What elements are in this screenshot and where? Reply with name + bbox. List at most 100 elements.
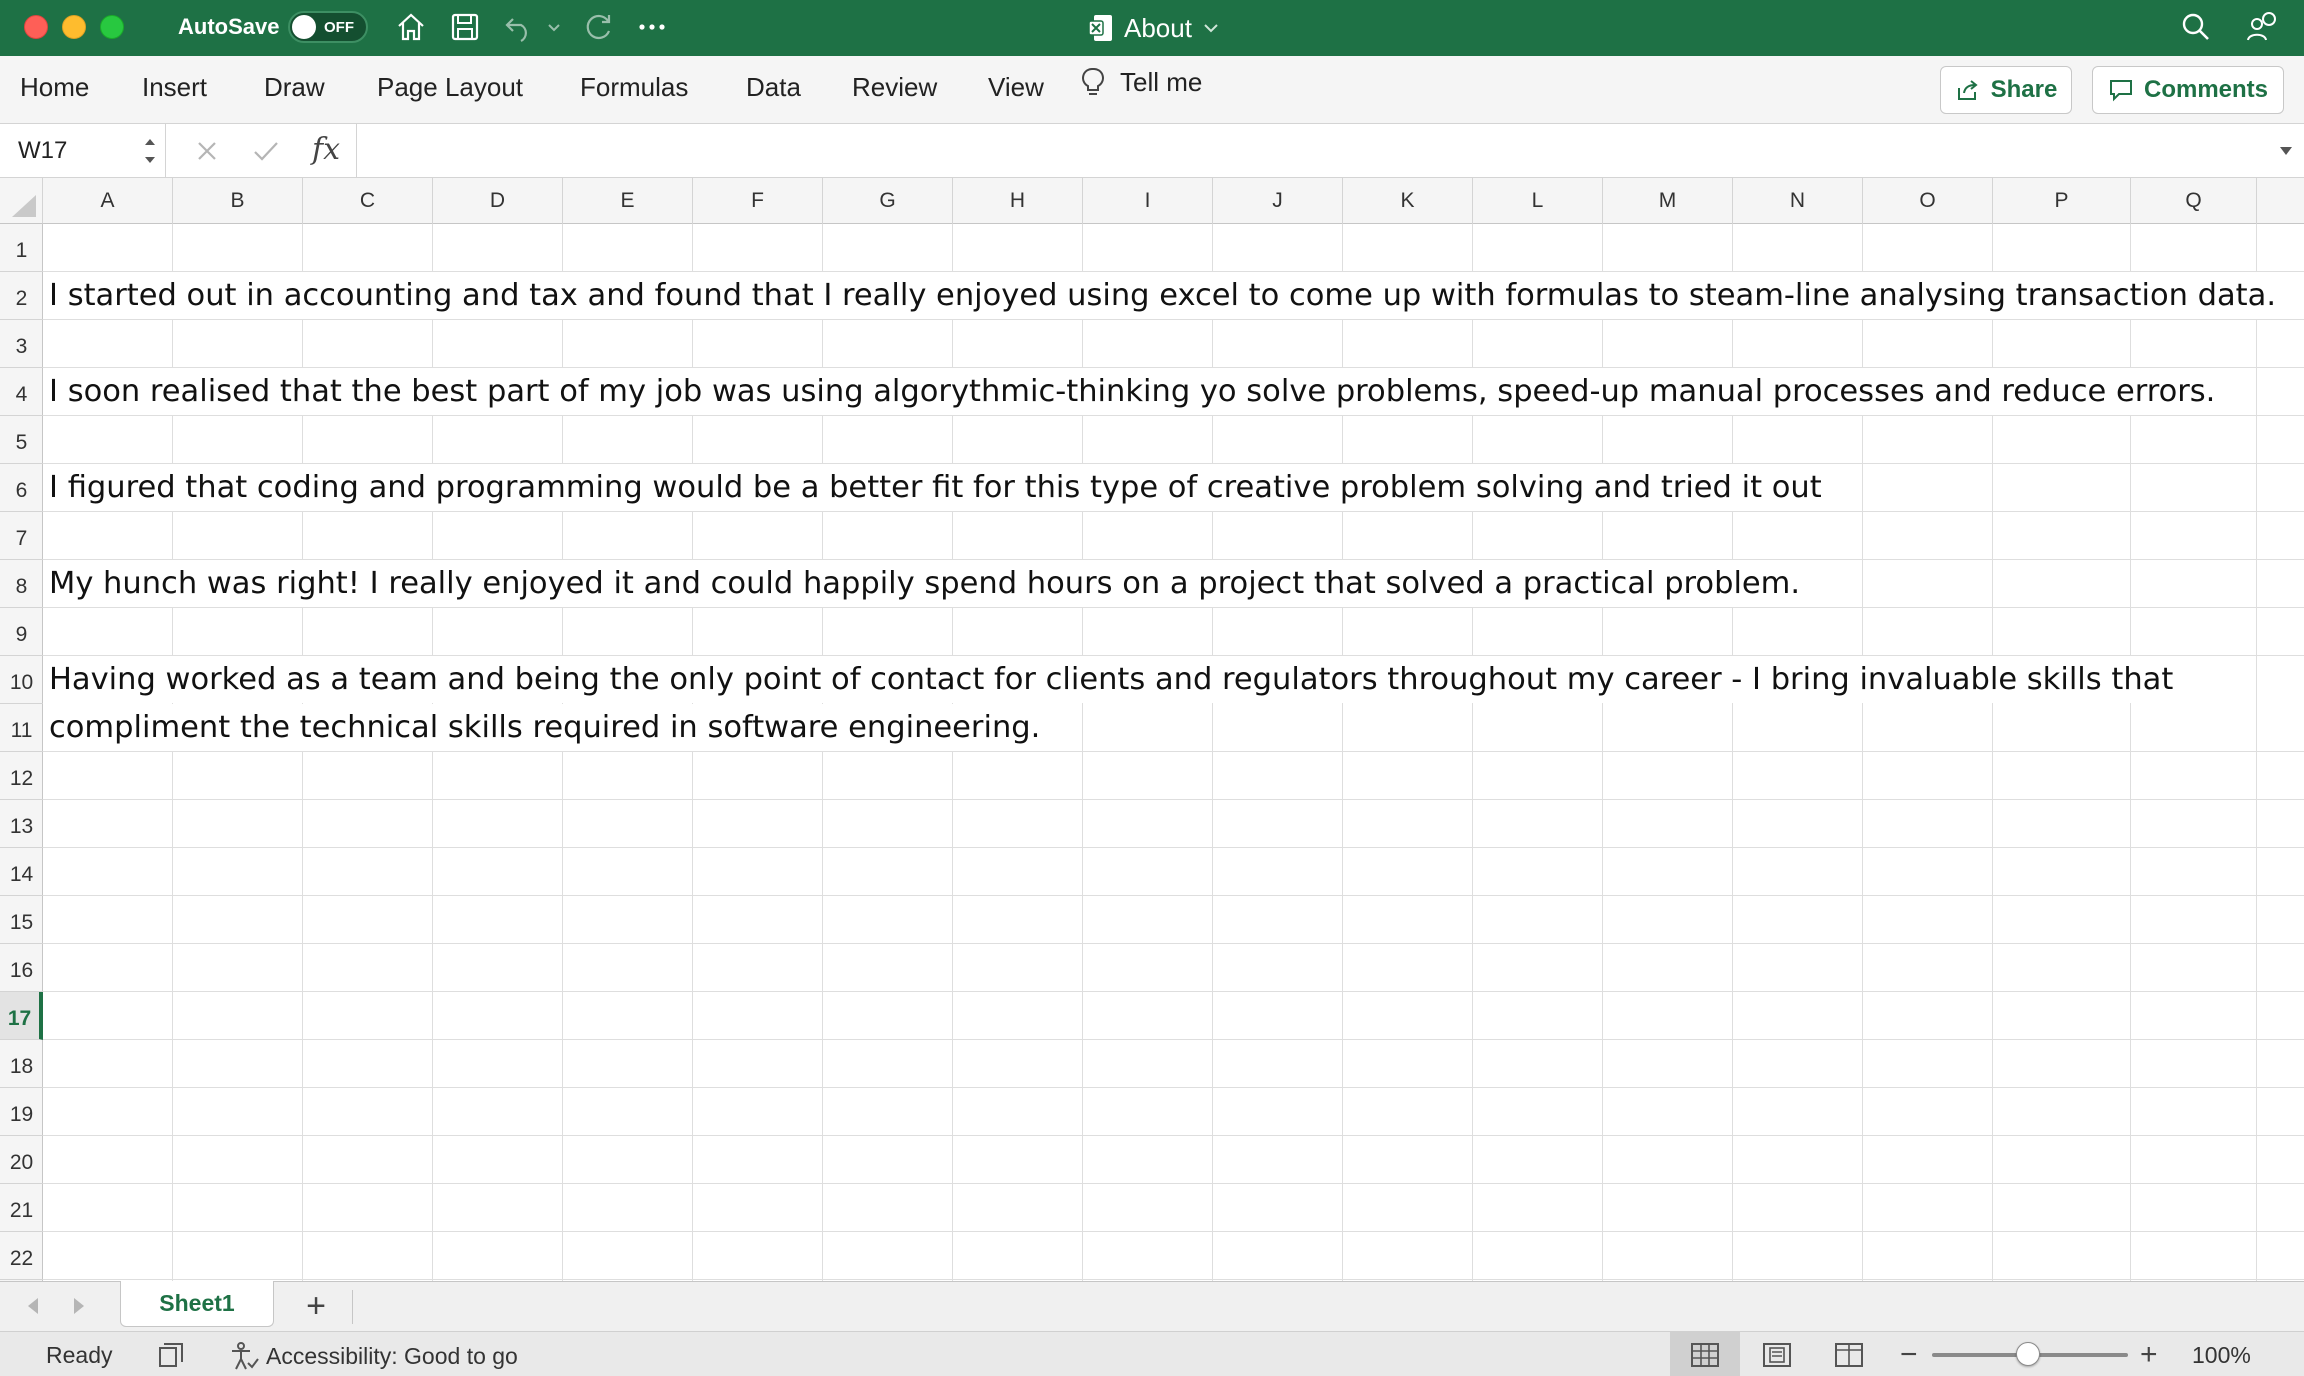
row-header-9[interactable]: 9 xyxy=(0,608,43,656)
tab-review[interactable]: Review xyxy=(852,74,937,100)
row-header-10[interactable]: 10 xyxy=(0,656,43,704)
cancel-entry-icon[interactable] xyxy=(194,138,220,164)
redo-icon[interactable] xyxy=(578,8,618,46)
window-maximize-button[interactable] xyxy=(100,15,124,39)
cell-a4-text[interactable]: I soon realised that the best part of my… xyxy=(49,368,2224,415)
status-ready: Ready xyxy=(46,1342,113,1368)
accessibility-checker[interactable]: Accessibility: Good to go xyxy=(228,1341,518,1371)
row-headers: 1 2 3 4 5 6 7 8 9 10 11 12 13 14 15 16 17 18 19 20 21 22 xyxy=(0,224,43,1281)
cell-reference: W17 xyxy=(18,137,68,164)
save-icon[interactable] xyxy=(446,8,484,46)
cell-a8-text[interactable]: My hunch was right! I really enjoyed it … xyxy=(49,560,1809,607)
add-sheet-button[interactable]: + xyxy=(296,1287,336,1325)
account-icon[interactable] xyxy=(2242,8,2282,46)
macro-recording-icon[interactable] xyxy=(156,1340,186,1370)
row-header-19[interactable]: 19 xyxy=(0,1088,43,1136)
row-header-21[interactable]: 21 xyxy=(0,1184,43,1232)
previous-sheet-icon[interactable] xyxy=(24,1296,42,1316)
toggle-knob xyxy=(292,15,316,39)
row-header-16[interactable]: 16 xyxy=(0,944,43,992)
column-header-j[interactable]: J xyxy=(1213,178,1343,224)
row-header-2[interactable]: 2 xyxy=(0,272,43,320)
row-header-11[interactable]: 11 xyxy=(0,704,43,752)
row-header-22[interactable]: 22 xyxy=(0,1232,43,1280)
row-header-3[interactable]: 3 xyxy=(0,320,43,368)
column-header-d[interactable]: D xyxy=(433,178,563,224)
column-header-g[interactable]: G xyxy=(823,178,953,224)
more-options-icon[interactable] xyxy=(632,8,672,46)
zoom-slider-handle[interactable] xyxy=(2016,1342,2040,1366)
home-icon[interactable] xyxy=(392,8,430,46)
name-box[interactable]: W17 xyxy=(0,124,166,178)
undo-dropdown-chevron-icon[interactable] xyxy=(542,8,566,46)
tell-me-search[interactable]: Tell me xyxy=(1080,66,1202,98)
tab-draw[interactable]: Draw xyxy=(264,74,325,100)
window-close-button[interactable] xyxy=(24,15,48,39)
tab-insert[interactable]: Insert xyxy=(142,74,207,100)
column-header-f[interactable]: F xyxy=(693,178,823,224)
name-box-stepper-icon[interactable] xyxy=(142,134,158,168)
cell-a10-text[interactable]: Having worked as a team and being the on… xyxy=(49,656,2182,703)
select-all-corner[interactable] xyxy=(0,178,43,224)
column-header-h[interactable]: H xyxy=(953,178,1083,224)
row-header-14[interactable]: 14 xyxy=(0,848,43,896)
column-header-p[interactable]: P xyxy=(1993,178,2131,224)
autosave-toggle[interactable]: OFF xyxy=(288,11,368,43)
row-header-5[interactable]: 5 xyxy=(0,416,43,464)
column-header-a[interactable]: A xyxy=(43,178,173,224)
column-header-o[interactable]: O xyxy=(1863,178,1993,224)
cell-area[interactable]: I started out in accounting and tax and … xyxy=(43,224,2304,1281)
cell-a6-text[interactable]: I figured that coding and programming wo… xyxy=(49,464,1830,511)
zoom-in-button[interactable]: + xyxy=(2140,1338,2158,1372)
column-header-l[interactable]: L xyxy=(1473,178,1603,224)
undo-icon[interactable] xyxy=(500,8,538,46)
column-header-c[interactable]: C xyxy=(303,178,433,224)
comments-button[interactable]: Comments xyxy=(2092,66,2284,114)
column-header-m[interactable]: M xyxy=(1603,178,1733,224)
gridline-horizontal xyxy=(43,607,2304,608)
autosave-label: AutoSave xyxy=(178,14,280,39)
tab-formulas[interactable]: Formulas xyxy=(580,74,688,100)
cell-a2-text[interactable]: I started out in accounting and tax and … xyxy=(49,272,2285,319)
row-header-6[interactable]: 6 xyxy=(0,464,43,512)
formula-input[interactable] xyxy=(356,124,2304,178)
tab-data[interactable]: Data xyxy=(746,74,801,100)
row-header-7[interactable]: 7 xyxy=(0,512,43,560)
page-layout-view-button[interactable] xyxy=(1742,1332,1812,1376)
next-sheet-icon[interactable] xyxy=(70,1296,88,1316)
tab-page-layout[interactable]: Page Layout xyxy=(377,74,523,100)
column-header-k[interactable]: K xyxy=(1343,178,1473,224)
window-minimize-button[interactable] xyxy=(62,15,86,39)
row-header-13[interactable]: 13 xyxy=(0,800,43,848)
column-header-b[interactable]: B xyxy=(173,178,303,224)
column-header-q[interactable]: Q xyxy=(2131,178,2257,224)
search-icon[interactable] xyxy=(2176,8,2216,46)
normal-view-button[interactable] xyxy=(1670,1332,1740,1376)
zoom-level[interactable]: 100% xyxy=(2192,1342,2251,1369)
confirm-entry-icon[interactable] xyxy=(252,138,280,164)
row-header-12[interactable]: 12 xyxy=(0,752,43,800)
row-header-15[interactable]: 15 xyxy=(0,896,43,944)
document-title[interactable]: About xyxy=(1088,10,1220,46)
gridline-horizontal xyxy=(43,511,2304,512)
expand-formula-bar-icon[interactable] xyxy=(2278,144,2294,158)
column-header-e[interactable]: E xyxy=(563,178,693,224)
tab-view[interactable]: View xyxy=(988,74,1044,100)
gridline-horizontal xyxy=(43,1135,2304,1136)
zoom-out-button[interactable]: − xyxy=(1900,1338,1918,1372)
row-header-20[interactable]: 20 xyxy=(0,1136,43,1184)
row-header-8[interactable]: 8 xyxy=(0,560,43,608)
sheet-tab-sheet1[interactable]: Sheet1 xyxy=(120,1281,274,1327)
row-header-1[interactable]: 1 xyxy=(0,224,43,272)
column-headers: ABCDEFGHIJKLMNOPQ xyxy=(43,178,2304,224)
share-button[interactable]: Share xyxy=(1940,66,2072,114)
column-header-i[interactable]: I xyxy=(1083,178,1213,224)
row-header-17[interactable]: 17 xyxy=(0,992,43,1040)
cell-a11-text[interactable]: compliment the technical skills required… xyxy=(49,704,1049,751)
insert-function-icon[interactable]: fx xyxy=(312,132,340,167)
page-break-view-button[interactable] xyxy=(1814,1332,1884,1376)
tab-home[interactable]: Home xyxy=(20,74,89,100)
column-header-n[interactable]: N xyxy=(1733,178,1863,224)
row-header-4[interactable]: 4 xyxy=(0,368,43,416)
row-header-18[interactable]: 18 xyxy=(0,1040,43,1088)
